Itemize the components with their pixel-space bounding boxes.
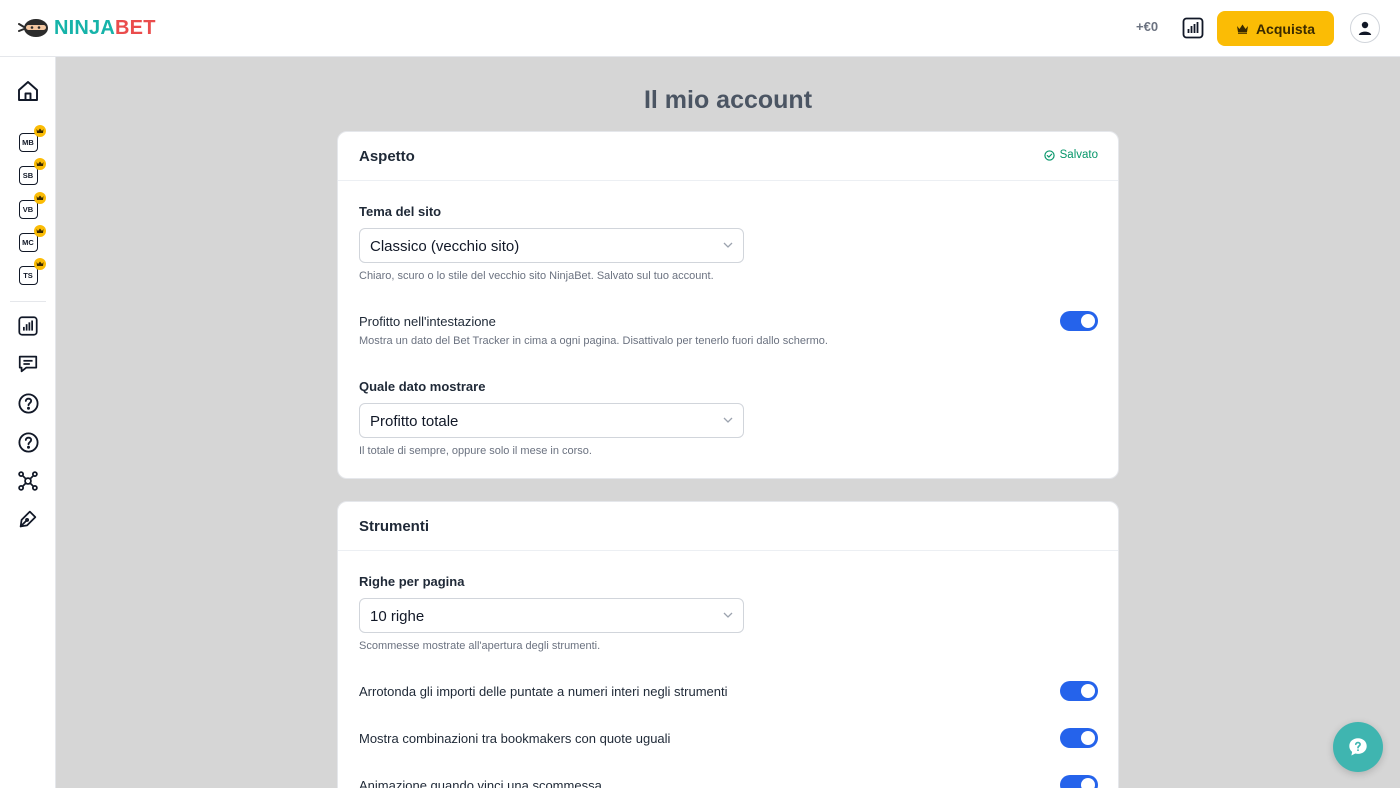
header-profit-help: Mostra un dato del Bet Tracker in cima a… bbox=[359, 335, 828, 347]
network-icon bbox=[18, 471, 38, 491]
chat-icon bbox=[18, 355, 38, 373]
sidebar-item-mb[interactable]: MB bbox=[14, 124, 46, 156]
data-label: Quale dato mostrare bbox=[359, 379, 486, 394]
buy-button[interactable]: Acquista bbox=[1217, 11, 1334, 46]
tool-mc-icon: MC bbox=[18, 224, 46, 252]
ninja-mask-icon bbox=[18, 19, 48, 37]
tools-title: Strumenti bbox=[359, 518, 430, 535]
sidebar-item-vb[interactable]: VB bbox=[14, 191, 46, 223]
tools-card-header: Strumenti bbox=[338, 502, 1118, 551]
check-circle-icon bbox=[1043, 149, 1055, 161]
win-animation-toggle[interactable] bbox=[1060, 775, 1098, 788]
round-toggle[interactable] bbox=[1060, 681, 1098, 701]
brand-bet: BET bbox=[115, 16, 156, 39]
header-profit-label: Profitto nell'intestazione bbox=[359, 314, 496, 329]
sidebar-item-faq[interactable] bbox=[14, 428, 42, 456]
theme-help: Chiaro, scuro o lo stile del vecchio sit… bbox=[359, 270, 714, 282]
tool-vb-icon: VB bbox=[18, 191, 46, 219]
sidebar-item-network[interactable] bbox=[14, 467, 42, 495]
theme-label: Tema del sito bbox=[359, 204, 442, 219]
sidebar-item-messages[interactable] bbox=[14, 350, 42, 378]
round-label: Arrotonda gli importi delle puntate a nu… bbox=[359, 684, 728, 699]
question-circle-icon bbox=[17, 392, 39, 414]
question-circle-icon bbox=[17, 431, 39, 453]
sidebar-item-bet-tracker[interactable] bbox=[14, 312, 42, 340]
user-avatar-button[interactable] bbox=[1350, 13, 1380, 43]
chevron-down-icon bbox=[723, 417, 733, 423]
appearance-card: Aspetto Salvato Tema del sito Classico (… bbox=[337, 131, 1119, 479]
sidebar-divider bbox=[10, 301, 46, 302]
chevron-down-icon bbox=[723, 242, 733, 248]
sidebar-item-sb[interactable]: SB bbox=[14, 157, 46, 189]
rows-select[interactable]: 10 righe bbox=[359, 598, 744, 633]
premium-crown-icon bbox=[33, 124, 46, 137]
top-header: NINJABET +€0 Acquista bbox=[0, 0, 1400, 57]
appearance-card-header: Aspetto Salvato bbox=[338, 132, 1118, 181]
tool-sb-icon: SB bbox=[18, 157, 46, 185]
rows-help: Scommesse mostrate all'apertura degli st… bbox=[359, 640, 601, 652]
header-profit-toggle[interactable] bbox=[1060, 311, 1098, 331]
bar-chart-icon bbox=[1182, 17, 1204, 39]
sidebar: MB SB VB MC TS bbox=[0, 57, 56, 788]
buy-label: Acquista bbox=[1255, 20, 1316, 37]
tool-ts-icon: TS bbox=[18, 257, 46, 285]
win-animation-label: Animazione quando vinci una scommessa bbox=[359, 778, 602, 788]
support-chat-button[interactable] bbox=[1333, 722, 1383, 772]
header-profit[interactable]: +€0 bbox=[1136, 19, 1158, 34]
appearance-title: Aspetto bbox=[359, 148, 415, 165]
premium-crown-icon bbox=[33, 224, 46, 237]
data-select[interactable]: Profitto totale bbox=[359, 403, 744, 438]
toggle-knob bbox=[1081, 731, 1095, 745]
crown-icon bbox=[1236, 23, 1249, 34]
sidebar-item-home[interactable] bbox=[14, 77, 42, 105]
brand-ninja: NINJA bbox=[54, 16, 116, 39]
data-select-value: Profitto totale bbox=[370, 413, 459, 430]
chat-help-icon bbox=[1349, 738, 1367, 756]
same-odds-label: Mostra combinazioni tra bookmakers con q… bbox=[359, 731, 671, 746]
sidebar-item-editor[interactable] bbox=[14, 505, 42, 533]
saved-status: Salvato bbox=[1043, 149, 1098, 161]
toggle-knob bbox=[1081, 314, 1095, 328]
premium-crown-icon bbox=[33, 257, 46, 270]
sidebar-item-mc[interactable]: MC bbox=[14, 224, 46, 256]
rows-label: Righe per pagina bbox=[359, 574, 465, 589]
chevron-down-icon bbox=[723, 612, 733, 618]
page-title: Il mio account bbox=[643, 86, 813, 114]
premium-crown-icon bbox=[33, 191, 46, 204]
same-odds-toggle[interactable] bbox=[1060, 728, 1098, 748]
theme-select[interactable]: Classico (vecchio sito) bbox=[359, 228, 744, 263]
user-icon bbox=[1358, 21, 1372, 35]
sidebar-item-help[interactable] bbox=[14, 389, 42, 417]
rows-select-value: 10 righe bbox=[370, 608, 425, 625]
tool-mb-icon: MB bbox=[18, 124, 46, 152]
premium-crown-icon bbox=[33, 157, 46, 170]
toggle-knob bbox=[1081, 778, 1095, 788]
theme-select-value: Classico (vecchio sito) bbox=[370, 238, 520, 255]
tools-card: Strumenti Righe per pagina 10 righe Scom… bbox=[337, 501, 1119, 788]
home-icon bbox=[18, 81, 38, 101]
data-help: Il totale di sempre, oppure solo il mese… bbox=[359, 445, 592, 457]
toggle-knob bbox=[1081, 684, 1095, 698]
sidebar-item-ts[interactable]: TS bbox=[14, 257, 46, 289]
ninjabet-logo[interactable]: NINJABET bbox=[18, 14, 156, 42]
bar-chart-icon bbox=[18, 316, 38, 336]
bet-tracker-button[interactable] bbox=[1180, 15, 1206, 41]
pen-icon bbox=[19, 510, 37, 528]
